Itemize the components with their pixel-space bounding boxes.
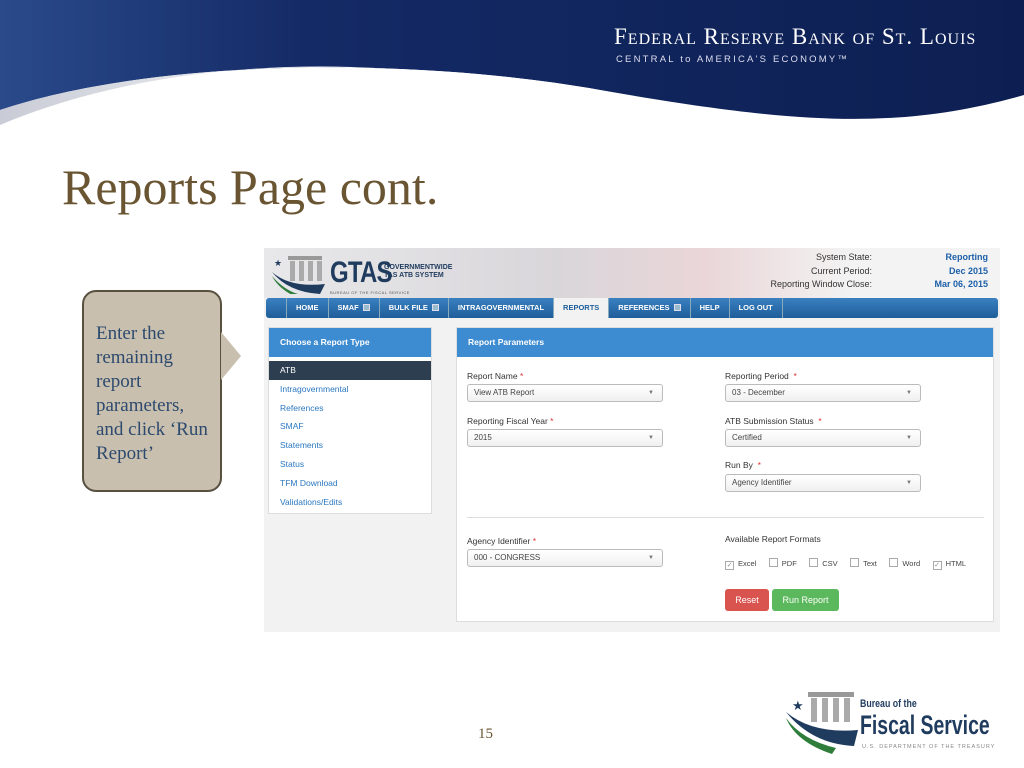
frb-logo-name: Federal Reserve Bank of St. Louis xyxy=(614,24,977,49)
report-type-intragovernmental[interactable]: Intragovernmental xyxy=(269,380,431,399)
footer-logo-line2: Fiscal Service xyxy=(860,710,990,740)
dropdown-arrow-icon: ▼ xyxy=(648,435,654,441)
reporting-period-select[interactable]: 03 - December ▼ xyxy=(725,384,921,402)
fiscal-service-emblem-icon: ★ xyxy=(786,692,858,754)
report-type-status[interactable]: Status xyxy=(269,455,431,474)
header-banner xyxy=(0,0,1024,125)
dropdown-icon xyxy=(362,304,370,311)
footer-logo-line3: U.S. DEPARTMENT OF THE TREASURY xyxy=(862,744,996,750)
report-name-select[interactable]: View ATB Report ▼ xyxy=(467,384,663,402)
report-name-label: Report Name * xyxy=(467,371,524,381)
report-type-references[interactable]: References xyxy=(269,399,431,418)
system-state-value: Reporting xyxy=(945,252,989,262)
gtas-header: ★ GTAS GOVERNMENTWIDE TAS ATB SYSTEM BUR… xyxy=(264,248,1000,298)
current-period-label: Current Period: xyxy=(810,265,872,276)
gtas-logo: GTAS xyxy=(330,256,392,289)
run-by-label: Run By * xyxy=(725,460,761,470)
dropdown-icon xyxy=(673,304,681,311)
dropdown-icon xyxy=(431,304,439,311)
dropdown-arrow-icon: ▼ xyxy=(906,435,912,441)
dropdown-arrow-icon: ▼ xyxy=(648,555,654,561)
run-by-select[interactable]: Agency Identifier ▼ xyxy=(725,474,921,492)
system-state-label: System State: xyxy=(815,252,872,262)
nav-help[interactable]: HELP xyxy=(689,298,729,318)
fiscal-year-label: Reporting Fiscal Year * xyxy=(467,416,554,426)
report-type-validations[interactable]: Validations/Edits xyxy=(269,493,431,512)
footer-logo-line1: Bureau of the xyxy=(860,698,917,710)
report-type-smaf[interactable]: SMAF xyxy=(269,417,431,436)
format-pdf[interactable]: PDF xyxy=(768,553,805,570)
report-type-panel-title: Choose a Report Type xyxy=(269,328,431,357)
nav-home[interactable]: HOME xyxy=(286,298,328,318)
checkbox-icon[interactable] xyxy=(889,558,899,567)
report-parameters-panel: Report Parameters Report Name * View ATB… xyxy=(456,327,994,622)
report-type-statements[interactable]: Statements xyxy=(269,436,431,455)
report-type-panel: Choose a Report Type ATB Intragovernment… xyxy=(268,327,432,514)
submission-status-label: ATB Submission Status * xyxy=(725,416,822,426)
window-close-label: Reporting Window Close: xyxy=(770,279,872,289)
divider xyxy=(467,517,984,518)
format-word[interactable]: Word xyxy=(889,553,928,570)
gtas-logo-bureau: BUREAU OF THE FISCAL SERVICE xyxy=(330,290,410,295)
nav-reports[interactable]: REPORTS xyxy=(553,298,609,318)
reporting-period-label: Reporting Period * xyxy=(725,371,797,381)
nav-log-out[interactable]: LOG OUT xyxy=(728,298,783,318)
checkbox-checked-icon[interactable]: ✓ xyxy=(725,561,734,570)
callout-box: Enter the remaining report parameters, a… xyxy=(82,290,222,492)
checkbox-icon[interactable] xyxy=(809,558,819,567)
bfs-emblem-icon: ★ xyxy=(272,256,325,294)
checkbox-icon[interactable] xyxy=(768,558,778,567)
agency-identifier-label: Agency Identifier * xyxy=(467,536,537,546)
agency-identifier-select[interactable]: 000 - CONGRESS ▼ xyxy=(467,549,663,567)
fiscal-year-select[interactable]: 2015 ▼ xyxy=(467,429,663,447)
reset-button[interactable]: Reset xyxy=(725,589,769,611)
callout-arrow xyxy=(221,332,241,380)
format-text[interactable]: Text xyxy=(850,553,885,570)
gtas-logo-subtitle: GOVERNMENTWIDE TAS ATB SYSTEM xyxy=(384,264,453,279)
nav-references[interactable]: REFERENCES xyxy=(608,298,689,318)
svg-text:★: ★ xyxy=(274,258,282,268)
nav-intragovernmental[interactable]: INTRAGOVERNMENTAL xyxy=(447,298,553,318)
report-type-tfm-download[interactable]: TFM Download xyxy=(269,474,431,493)
main-nav: HOME SMAF BULK FILE INTRAGOVERNMENTAL RE… xyxy=(266,298,998,318)
report-formats: ✓ Excel PDF CSV Text Word ✓ HTML xyxy=(725,553,974,571)
dropdown-arrow-icon: ▼ xyxy=(648,390,654,396)
svg-text:★: ★ xyxy=(792,698,804,713)
report-formats-label: Available Report Formats xyxy=(725,534,821,544)
nav-bulk-file[interactable]: BULK FILE xyxy=(378,298,448,318)
nav-smaf[interactable]: SMAF xyxy=(327,298,379,318)
checkbox-icon[interactable] xyxy=(850,558,860,567)
frb-logo-tagline: CENTRAL to AMERICA'S ECONOMY™ xyxy=(616,54,850,65)
dropdown-arrow-icon: ▼ xyxy=(906,480,912,486)
slide-title: Reports Page cont. xyxy=(62,159,439,215)
submission-status-select[interactable]: Certified ▼ xyxy=(725,429,921,447)
format-html[interactable]: ✓ HTML xyxy=(932,553,974,570)
page-number: 15 xyxy=(478,726,493,742)
gtas-screenshot: ★ GTAS GOVERNMENTWIDE TAS ATB SYSTEM BUR… xyxy=(264,248,1000,632)
report-type-atb[interactable]: ATB xyxy=(269,361,431,380)
run-report-button[interactable]: Run Report xyxy=(772,589,839,611)
dropdown-arrow-icon: ▼ xyxy=(906,390,912,396)
current-period-value: Dec 2015 xyxy=(948,265,988,276)
report-parameters-title: Report Parameters xyxy=(457,328,993,357)
format-excel[interactable]: ✓ Excel xyxy=(725,553,764,570)
format-csv[interactable]: CSV xyxy=(809,553,845,570)
checkbox-checked-icon[interactable]: ✓ xyxy=(932,561,942,570)
window-close-value: Mar 06, 2015 xyxy=(934,279,988,289)
